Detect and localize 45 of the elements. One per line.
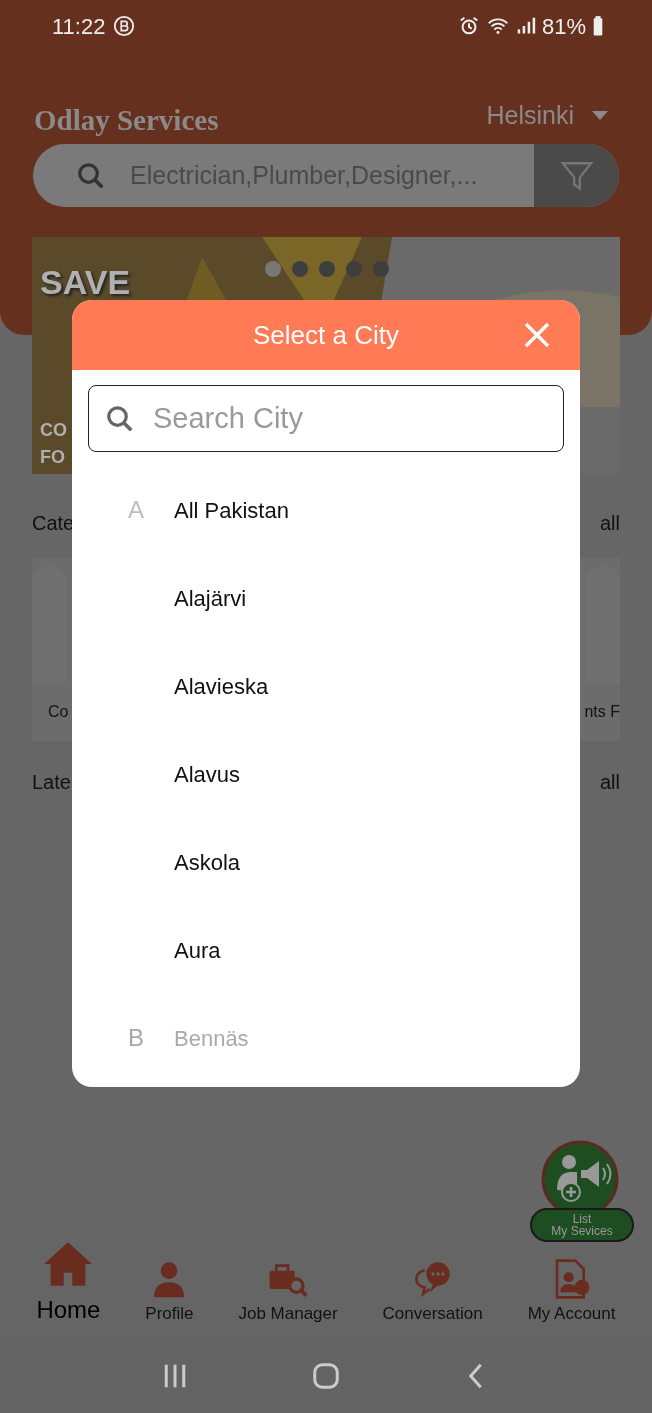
close-icon[interactable] (524, 322, 550, 348)
category-card[interactable]: nts F (580, 558, 620, 741)
button-label: My Sevices (551, 1225, 613, 1237)
banner-text: CO (40, 419, 67, 442)
b-badge-icon (113, 15, 136, 37)
banner-headline: SAVE (40, 265, 131, 299)
battery-icon (592, 15, 604, 37)
button-label: List (572, 1213, 592, 1225)
home-button-icon[interactable] (311, 1360, 341, 1391)
nav-tab[interactable]: My Account (527, 1258, 616, 1328)
index-letter: A (128, 496, 144, 523)
city-item[interactable]: Alavieska (174, 669, 269, 703)
city-search-field[interactable]: Search City (88, 385, 564, 452)
city-item[interactable]: Aura (174, 933, 221, 967)
category-label: nts F (584, 702, 620, 722)
city-search-input[interactable]: Search City (153, 396, 563, 441)
alarm-icon (457, 15, 480, 37)
dialog-title: Select a City (253, 318, 399, 352)
view-all-link[interactable]: all (600, 767, 620, 797)
section-heading: Late (32, 770, 71, 795)
nav-tab[interactable]: Conversation (382, 1258, 483, 1328)
nav-tab[interactable]: Profile (145, 1258, 194, 1328)
view-all-link[interactable]: all (600, 508, 620, 538)
category-label: Co (47, 702, 69, 722)
caret-icon (592, 111, 608, 121)
filter-button[interactable] (534, 144, 619, 207)
status-time: 11:22 (52, 12, 106, 41)
signal-icon (515, 16, 536, 36)
nav-tab[interactable]: Home (36, 1238, 101, 1328)
nav-tab[interactable]: Job Manager (238, 1258, 338, 1328)
city-item[interactable]: Bennäs (174, 1021, 249, 1055)
search-icon (76, 160, 106, 191)
city-item[interactable]: Alajärvi (174, 581, 247, 615)
city-item[interactable]: Askola (174, 845, 241, 879)
list-services-button[interactable]: List My Sevices (530, 1140, 634, 1242)
banner-text: FO (40, 446, 65, 469)
search-icon (105, 403, 135, 434)
app-title: Odlay Services (34, 103, 219, 139)
index-letter: B (128, 1024, 144, 1051)
battery-percentage: 81% (541, 12, 586, 41)
city-dropdown[interactable]: Helsinki (486, 97, 608, 135)
city-item[interactable]: All Pakistan (174, 493, 289, 527)
city-item[interactable]: Alavus (174, 757, 241, 791)
section-heading: Cate (32, 511, 75, 536)
category-card[interactable]: Co (32, 558, 72, 741)
